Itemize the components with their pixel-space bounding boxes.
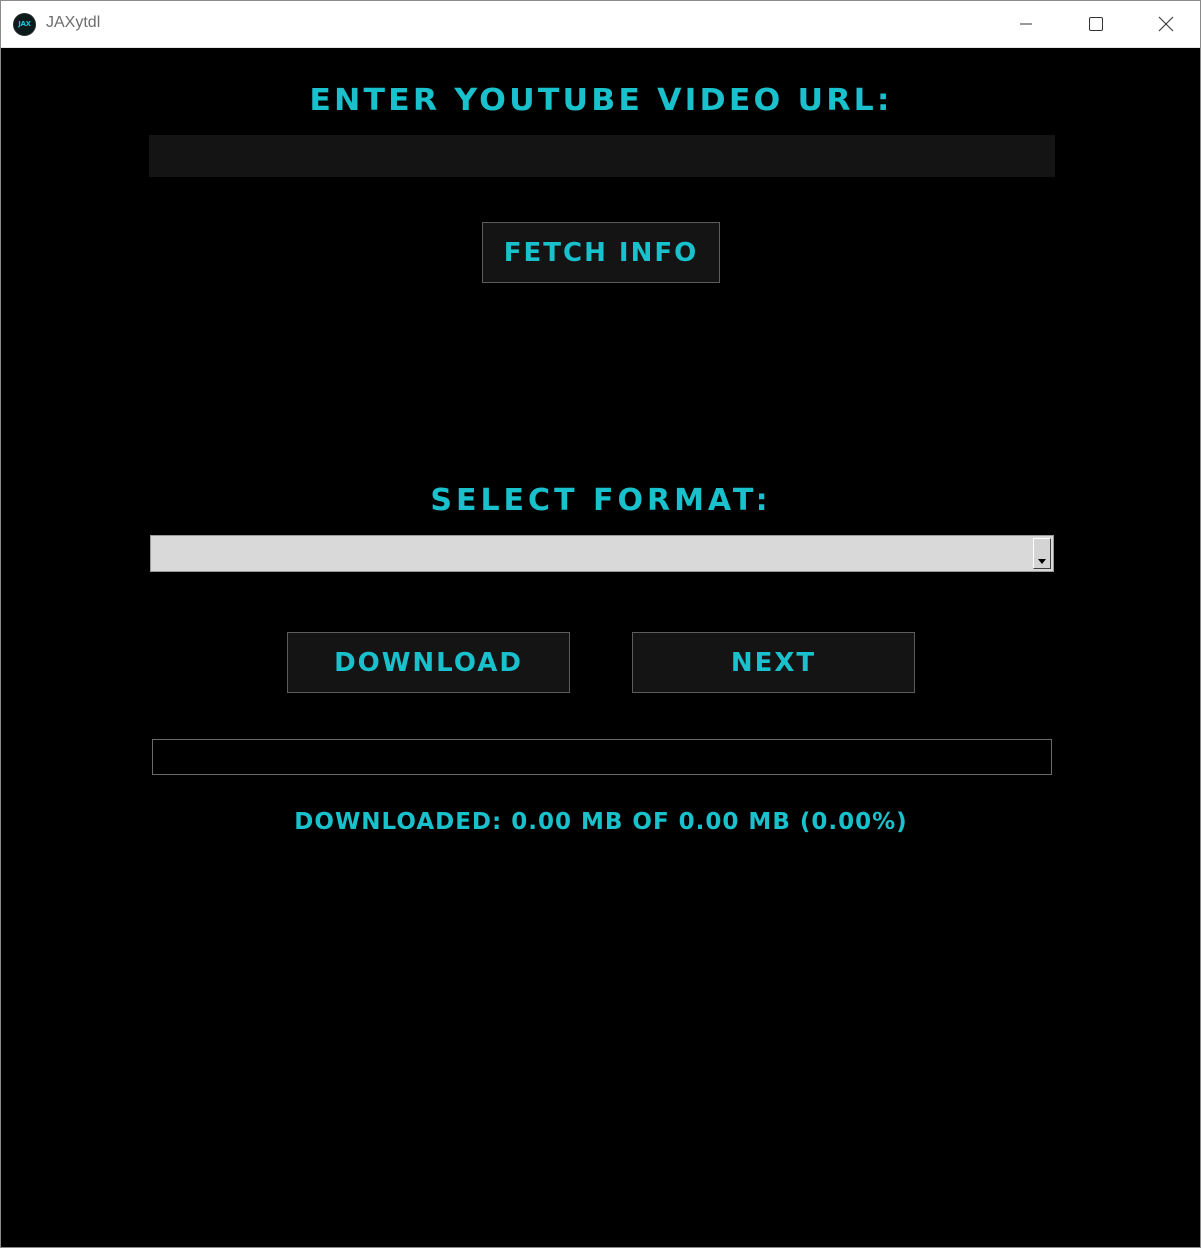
format-dropdown[interactable] xyxy=(150,535,1054,572)
url-input[interactable] xyxy=(149,135,1055,177)
app-logo-icon: JAX xyxy=(13,13,36,36)
url-label: ENTER YOUTUBE VIDEO URL: xyxy=(309,83,893,118)
next-button[interactable]: NEXT xyxy=(632,632,915,693)
next-label: NEXT xyxy=(730,647,817,678)
dropdown-arrow-button[interactable] xyxy=(1033,538,1051,569)
format-label: SELECT FORMAT: xyxy=(430,483,772,518)
close-icon xyxy=(1158,16,1174,32)
minimize-button[interactable] xyxy=(991,1,1061,47)
download-button[interactable]: DOWNLOAD xyxy=(287,632,570,693)
download-status-text: DOWNLOADED: 0.00 MB OF 0.00 MB (0.00%) xyxy=(294,809,908,835)
maximize-button[interactable] xyxy=(1061,1,1131,47)
maximize-icon xyxy=(1089,17,1103,31)
download-label: DOWNLOAD xyxy=(334,647,523,678)
app-window: JAX JAXytdl ENTER YOUTUBE VIDEO URL: FET… xyxy=(0,0,1201,1248)
title-bar[interactable]: JAX JAXytdl xyxy=(1,1,1200,48)
window-title: JAXytdl xyxy=(46,14,101,31)
download-progress-bar xyxy=(152,739,1052,775)
fetch-info-label: FETCH INFO xyxy=(503,237,699,268)
chevron-down-icon xyxy=(1038,559,1046,564)
close-button[interactable] xyxy=(1131,1,1200,47)
fetch-info-button[interactable]: FETCH INFO xyxy=(482,222,720,283)
minimize-icon xyxy=(1020,23,1032,25)
